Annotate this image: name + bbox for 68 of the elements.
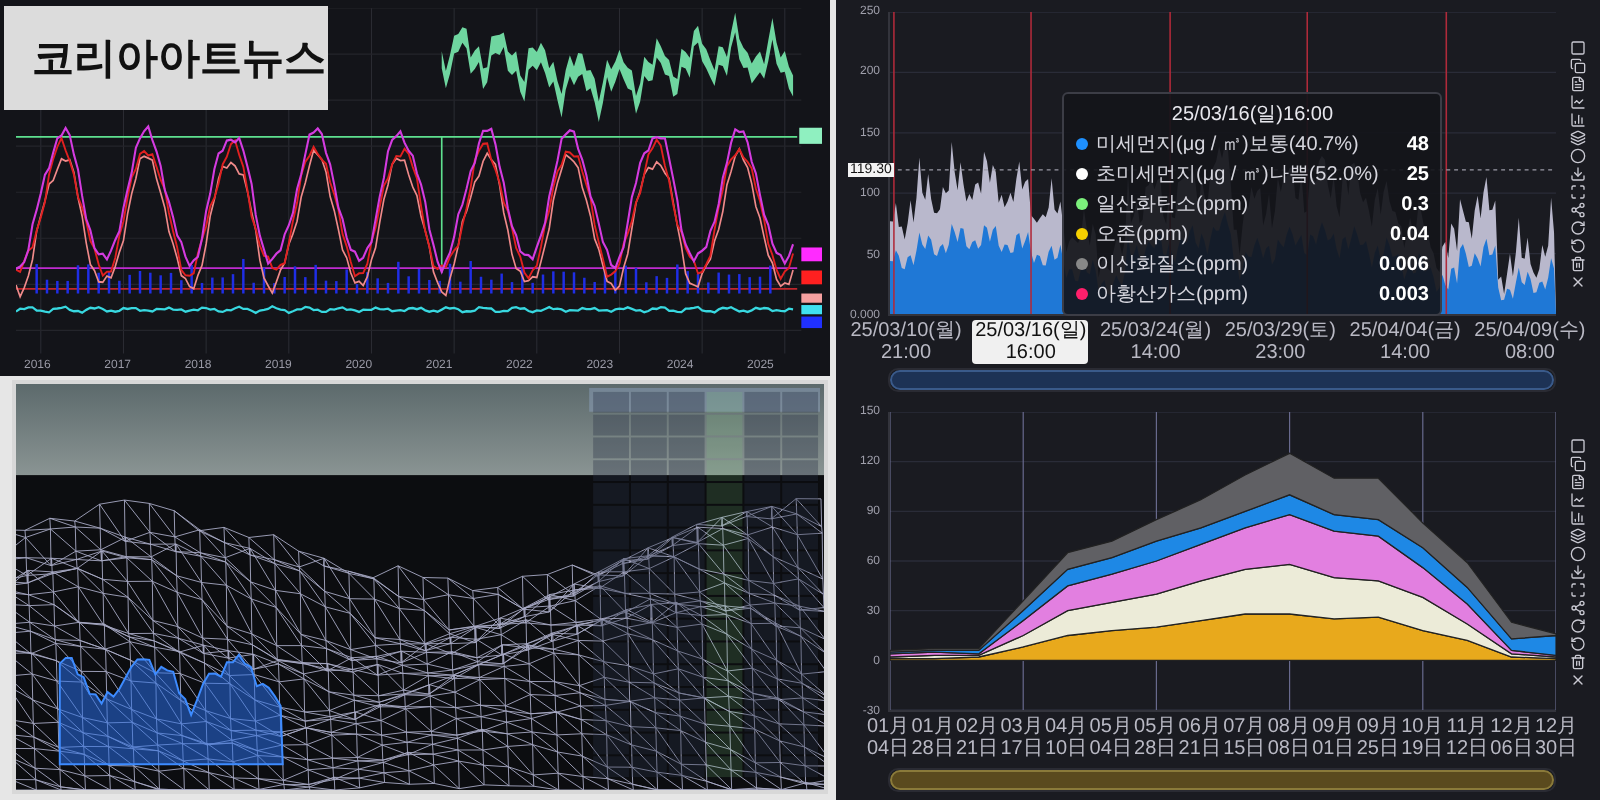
trash-icon[interactable] — [1570, 653, 1586, 669]
tooltip-label: 초미세먼지(μg / ㎥)나쁨(52.0%) — [1096, 162, 1379, 188]
undo-icon[interactable] — [1570, 237, 1586, 253]
axis-date-label: 25/04/09(수)08:00 — [1472, 320, 1588, 364]
bar-chart-icon[interactable] — [1570, 509, 1586, 525]
axis-date-label: 05月04日 — [1088, 716, 1133, 760]
tooltip-value: 0.3 — [1401, 193, 1429, 215]
tooltip-label: 이산화질소(ppm) — [1096, 252, 1251, 278]
tooltip-value: 0.04 — [1390, 223, 1429, 245]
axis-date-label: 03月17日 — [999, 716, 1044, 760]
tooltip-label: 미세먼지(μg / ㎥)보통(40.7%) — [1096, 132, 1361, 158]
fullscreen-icon[interactable] — [1570, 183, 1586, 199]
layers-icon[interactable] — [1570, 129, 1586, 145]
copy-icon[interactable] — [1570, 57, 1586, 73]
layers-icon[interactable] — [1570, 527, 1586, 543]
share-icon[interactable] — [1570, 201, 1586, 217]
line-chart-icon[interactable] — [1570, 93, 1586, 109]
axis-date-label: 07月15日 — [1222, 716, 1267, 760]
axis-date-label: 09月01日 — [1311, 716, 1356, 760]
circle-icon[interactable] — [1570, 147, 1586, 163]
trash-icon[interactable] — [1570, 255, 1586, 271]
circle-icon[interactable] — [1570, 545, 1586, 561]
value-marker — [799, 127, 822, 144]
download-icon[interactable] — [1570, 563, 1586, 579]
select-icon[interactable] — [1570, 39, 1586, 55]
rotate-icon[interactable] — [1570, 617, 1586, 633]
axis-date-label: 12月30日 — [1534, 716, 1578, 760]
tooltip-value: 48 — [1406, 133, 1429, 155]
tooltip-label: 오존(ppm) — [1096, 222, 1191, 248]
tooltip-value: 0.003 — [1378, 283, 1429, 305]
axis-date-label: 25/03/24(월)14:00 — [1097, 320, 1214, 364]
axis-date-label: 08月08日 — [1266, 716, 1311, 760]
range-slider[interactable] — [890, 770, 1554, 790]
document-icon[interactable] — [1570, 473, 1586, 489]
axis-date-label: 01月28日 — [910, 716, 955, 760]
close-icon[interactable] — [1570, 273, 1586, 289]
axis-date-label: 04月10日 — [1044, 716, 1089, 760]
rotate-icon[interactable] — [1570, 219, 1586, 235]
close-icon[interactable] — [1570, 671, 1586, 687]
axis-date-label: 10月19日 — [1400, 716, 1445, 760]
axis-date-label: 12月06日 — [1489, 716, 1534, 760]
axis-date-label: 11月12日 — [1444, 716, 1489, 760]
bar-chart-icon[interactable] — [1570, 111, 1586, 127]
tooltip-value: 0.006 — [1378, 253, 1429, 275]
axis-date-label: 06月21日 — [1177, 716, 1222, 760]
axis-date-label: 25/03/29(토)23:00 — [1222, 320, 1338, 364]
axis-date-label: 25/04/04(금)14:00 — [1347, 320, 1463, 364]
tooltip-label: 일산화탄소(ppm) — [1096, 192, 1251, 218]
axis-date-label: 02月21日 — [955, 716, 1000, 760]
undo-icon[interactable] — [1570, 635, 1586, 651]
range-slider[interactable] — [890, 370, 1554, 390]
share-icon[interactable] — [1570, 599, 1586, 615]
select-icon[interactable] — [1570, 437, 1586, 453]
axis-date-label: 01月04日 — [866, 716, 910, 760]
tooltip-label: 아황산가스(ppm) — [1096, 282, 1251, 308]
axis-date-label: 05月28日 — [1133, 716, 1178, 760]
axis-date-label: 25/03/16(일)16:00 — [972, 320, 1089, 364]
line-chart-icon[interactable] — [1570, 491, 1586, 507]
site-logo: 코리아아트뉴스 — [4, 6, 328, 110]
fullscreen-icon[interactable] — [1570, 581, 1586, 597]
tooltip-title: 25/03/16(일)16:00 — [1169, 102, 1336, 128]
tooltip-value: 25 — [1406, 163, 1429, 185]
copy-icon[interactable] — [1570, 455, 1586, 471]
document-icon[interactable] — [1570, 75, 1586, 91]
legend-swatches-drawing — [801, 247, 822, 329]
axis-date-label: 25/03/10(월)21:00 — [848, 320, 964, 364]
download-icon[interactable] — [1570, 165, 1586, 181]
axis-date-label: 09月25日 — [1355, 716, 1400, 760]
